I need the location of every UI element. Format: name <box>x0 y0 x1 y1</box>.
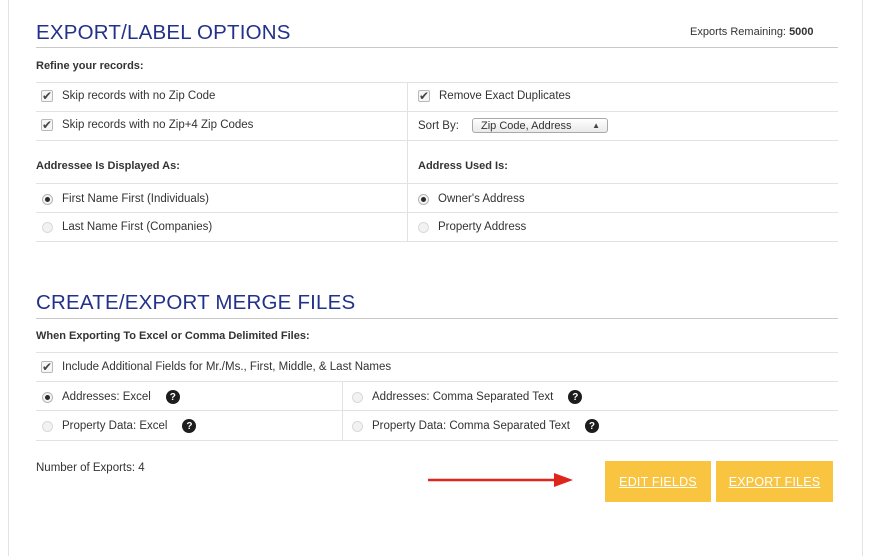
column-divider <box>342 381 343 440</box>
refine-heading: Refine your records: <box>36 60 144 72</box>
question-icon[interactable]: ? <box>568 390 583 404</box>
merge-files-title: CREATE/EXPORT MERGE FILES <box>36 291 356 314</box>
radio-unselected-icon[interactable] <box>42 221 53 233</box>
include-fields-label: Include Additional Fields for Mr./Ms., F… <box>62 361 392 373</box>
sort-by-select[interactable]: Zip Code, Address ▲ <box>472 118 608 133</box>
edit-fields-button[interactable]: EDIT FIELDS <box>605 461 711 502</box>
owners-address-radio[interactable]: Owner's Address <box>418 193 525 205</box>
last-name-first-radio[interactable]: Last Name First (Companies) <box>42 221 212 233</box>
address-used-heading: Address Used Is: <box>418 160 508 172</box>
export-files-button[interactable]: EXPORT FILES <box>716 461 833 502</box>
question-icon[interactable]: ? <box>584 419 599 433</box>
title-divider <box>36 318 838 319</box>
merge-subheading: When Exporting To Excel or Comma Delimit… <box>36 330 310 342</box>
first-name-first-label: First Name First (Individuals) <box>62 193 209 205</box>
skip-no-zip-option[interactable]: ✔ Skip records with no Zip Code <box>41 90 215 102</box>
row-divider <box>36 381 838 382</box>
title-divider <box>36 47 838 48</box>
remove-duplicates-option[interactable]: ✔ Remove Exact Duplicates <box>418 90 571 102</box>
sort-by-value: Zip Code, Address <box>481 119 572 132</box>
property-excel-label: Property Data: Excel <box>62 420 168 432</box>
radio-unselected-icon[interactable] <box>352 420 363 432</box>
radio-unselected-icon[interactable] <box>352 391 363 403</box>
addresses-excel-radio[interactable]: Addresses: Excel ? <box>42 390 180 404</box>
radio-selected-icon[interactable] <box>42 193 53 205</box>
addressee-heading: Addressee Is Displayed As: <box>36 160 180 172</box>
updown-chevron-icon: ▲ <box>592 121 600 130</box>
row-divider <box>36 352 838 353</box>
property-address-radio[interactable]: Property Address <box>418 221 526 233</box>
property-csv-radio[interactable]: Property Data: Comma Separated Text ? <box>352 419 599 433</box>
skip-no-zip4-option[interactable]: ✔ Skip records with no Zip+4 Zip Codes <box>41 119 253 131</box>
remove-duplicates-label: Remove Exact Duplicates <box>439 90 571 102</box>
row-divider <box>36 183 838 184</box>
exports-remaining-label: Exports Remaining: <box>690 26 786 38</box>
row-divider <box>36 140 838 141</box>
property-address-label: Property Address <box>438 221 527 233</box>
column-divider <box>407 82 408 141</box>
property-csv-label: Property Data: Comma Separated Text <box>372 420 570 432</box>
red-arrow-icon <box>428 473 573 487</box>
property-excel-radio[interactable]: Property Data: Excel ? <box>42 419 197 433</box>
column-divider <box>407 140 408 241</box>
row-divider <box>36 111 838 112</box>
include-fields-option[interactable]: ✔ Include Additional Fields for Mr./Ms.,… <box>41 361 391 373</box>
left-border <box>8 0 9 556</box>
row-divider <box>36 241 838 242</box>
checkmark-icon[interactable]: ✔ <box>418 90 430 102</box>
exports-remaining: Exports Remaining: 5000 <box>690 26 814 38</box>
skip-no-zip-label: Skip records with no Zip Code <box>62 90 216 102</box>
radio-unselected-icon[interactable] <box>418 221 429 233</box>
right-border <box>862 0 863 556</box>
question-icon[interactable]: ? <box>182 419 197 433</box>
row-divider <box>36 410 838 411</box>
radio-selected-icon[interactable] <box>418 193 429 205</box>
export-options-title: EXPORT/LABEL OPTIONS <box>36 21 291 44</box>
checkmark-icon[interactable]: ✔ <box>41 361 53 373</box>
number-of-exports: Number of Exports: 4 <box>36 462 145 474</box>
addresses-csv-label: Addresses: Comma Separated Text <box>372 391 554 403</box>
exports-remaining-value: 5000 <box>789 26 814 38</box>
row-divider <box>36 440 838 441</box>
addresses-csv-radio[interactable]: Addresses: Comma Separated Text ? <box>352 390 583 404</box>
addresses-excel-label: Addresses: Excel <box>62 391 151 403</box>
row-divider <box>36 212 838 213</box>
last-name-first-label: Last Name First (Companies) <box>62 221 213 233</box>
radio-selected-icon[interactable] <box>42 391 53 403</box>
sort-by-label: Sort By: <box>418 120 459 132</box>
row-divider <box>36 82 838 83</box>
question-icon[interactable]: ? <box>165 390 180 404</box>
checkmark-icon[interactable]: ✔ <box>41 90 53 102</box>
radio-unselected-icon[interactable] <box>42 420 53 432</box>
owners-address-label: Owner's Address <box>438 193 525 205</box>
skip-no-zip4-label: Skip records with no Zip+4 Zip Codes <box>62 119 254 131</box>
checkmark-icon[interactable]: ✔ <box>41 119 53 131</box>
first-name-first-radio[interactable]: First Name First (Individuals) <box>42 193 209 205</box>
